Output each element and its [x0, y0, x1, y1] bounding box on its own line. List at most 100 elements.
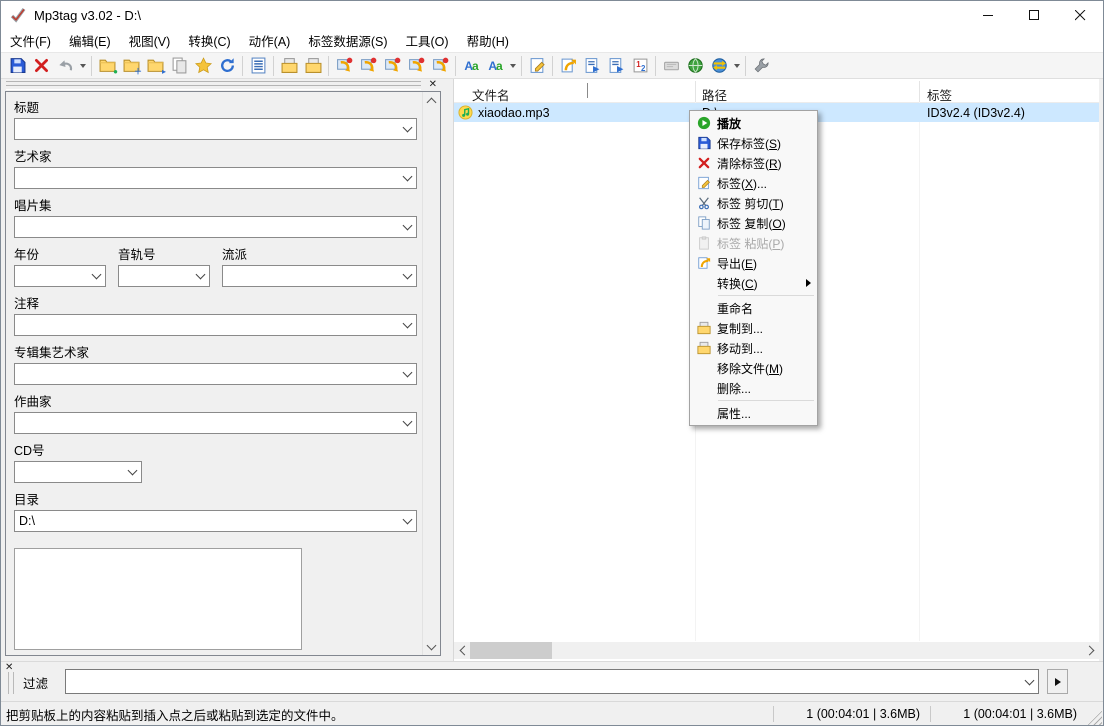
column-header-path[interactable]: 路径	[702, 85, 727, 104]
convert-tag-tag-icon[interactable]	[428, 54, 452, 78]
autonumbering-wizard-icon[interactable]	[628, 54, 652, 78]
artist-label: 艺术家	[14, 146, 52, 165]
minimize-button[interactable]	[965, 1, 1011, 29]
move-to-folder-icon[interactable]	[301, 54, 325, 78]
paste-tag-icon[interactable]	[167, 54, 191, 78]
favorite-directories-icon[interactable]	[191, 54, 215, 78]
filter-input[interactable]	[66, 670, 1021, 693]
chevron-down-icon[interactable]	[399, 217, 416, 237]
comment-field[interactable]	[14, 314, 417, 336]
case-conversion-icon[interactable]: Aa	[459, 54, 483, 78]
chevron-down-icon[interactable]	[88, 266, 105, 286]
tag-panel-grip[interactable]	[6, 85, 421, 90]
cover-art-box[interactable]	[14, 548, 302, 650]
menu-file[interactable]: 文件(F)	[1, 29, 60, 52]
column-divider[interactable]	[919, 81, 920, 102]
remove-tag-icon[interactable]	[29, 54, 53, 78]
menu-convert[interactable]: 转换(C)	[179, 29, 239, 52]
context-menu-item-rename[interactable]: 重命名	[690, 298, 817, 318]
chevron-down-icon[interactable]	[124, 462, 141, 482]
export-icon[interactable]	[556, 54, 580, 78]
context-menu-item-move-to[interactable]: 移动到...	[690, 338, 817, 358]
playlist-filenames-icon[interactable]	[604, 54, 628, 78]
chevron-down-icon[interactable]	[399, 119, 416, 139]
chevron-down-icon[interactable]	[399, 511, 416, 531]
convert-filename-tag-icon[interactable]	[356, 54, 380, 78]
context-menu-item-tag-cut[interactable]: 标签 剪切(T)	[690, 193, 817, 213]
scroll-down-icon[interactable]	[423, 638, 440, 655]
web-sources-sync-icon[interactable]	[707, 54, 731, 78]
context-menu-item-copy-to[interactable]: 复制到...	[690, 318, 817, 338]
chevron-down-icon[interactable]	[1021, 680, 1038, 684]
resize-grip[interactable]	[1087, 710, 1102, 725]
column-header-tag[interactable]: 标签	[927, 85, 952, 104]
column-divider[interactable]	[695, 81, 696, 102]
scroll-left-icon[interactable]	[454, 642, 471, 659]
cut-icon	[697, 196, 711, 210]
context-menu-item-delete[interactable]: 删除...	[690, 378, 817, 398]
apply-filter-button[interactable]	[1047, 669, 1068, 694]
undo-icon[interactable]	[53, 54, 77, 78]
context-menu-item-save-tag[interactable]: 保存标签(S)	[690, 133, 817, 153]
menu-tag-sources[interactable]: 标签数据源(S)	[299, 29, 396, 52]
file-list-header: 文件名 路径 标签	[454, 81, 1099, 103]
chevron-down-icon[interactable]	[399, 168, 416, 188]
menu-tools[interactable]: 工具(O)	[397, 29, 458, 52]
menu-actions[interactable]: 动作(A)	[240, 29, 300, 52]
album-field[interactable]	[14, 216, 417, 238]
save-tag-icon[interactable]	[5, 54, 29, 78]
chevron-down-icon[interactable]	[192, 266, 209, 286]
context-menu-item-properties[interactable]: 属性...	[690, 403, 817, 423]
copy-to-folder-icon[interactable]	[277, 54, 301, 78]
context-menu-item-tag-copy[interactable]: 标签 复制(O)	[690, 213, 817, 233]
context-menu-item-clear-tag[interactable]: 清除标签(R)	[690, 153, 817, 173]
context-menu-item-convert[interactable]: 转换(C)	[690, 273, 817, 293]
directory-field[interactable]: D:\	[14, 510, 417, 532]
genre-field[interactable]	[222, 265, 417, 287]
actions-dropdown-icon[interactable]	[507, 54, 518, 78]
open-playlist-icon[interactable]: ▸	[143, 54, 167, 78]
chevron-down-icon[interactable]	[399, 266, 416, 286]
web-sources-icon[interactable]	[683, 54, 707, 78]
track-field[interactable]	[118, 265, 210, 287]
scroll-right-icon[interactable]	[1082, 642, 1099, 659]
options-icon[interactable]	[749, 54, 773, 78]
filter-grip[interactable]	[8, 672, 14, 694]
file-list-hscrollbar[interactable]	[454, 642, 1099, 659]
chevron-down-icon[interactable]	[399, 413, 416, 433]
edit-tag-icon[interactable]	[525, 54, 549, 78]
composer-field[interactable]	[14, 412, 417, 434]
context-menu-item-tag[interactable]: 标签(X)...	[690, 173, 817, 193]
refresh-icon[interactable]	[215, 54, 239, 78]
hscroll-thumb[interactable]	[470, 642, 552, 659]
convert-tag-filename-icon[interactable]	[332, 54, 356, 78]
menu-edit[interactable]: 编辑(E)	[60, 29, 120, 52]
chevron-down-icon[interactable]	[399, 364, 416, 384]
convert-filename-filename-icon[interactable]	[380, 54, 404, 78]
artist-field[interactable]	[14, 167, 417, 189]
close-button[interactable]	[1057, 1, 1103, 29]
web-sources-dropdown-icon[interactable]	[731, 54, 742, 78]
column-header-filename[interactable]: 文件名	[472, 85, 510, 104]
context-menu-item-remove-file[interactable]: 移除文件(M)	[690, 358, 817, 378]
tag-panel-close-icon[interactable]: ✕	[429, 80, 437, 90]
year-field[interactable]	[14, 265, 106, 287]
convert-textfile-tag-icon[interactable]	[404, 54, 428, 78]
tag-panel-scrollbar[interactable]	[422, 92, 440, 655]
chevron-down-icon[interactable]	[399, 315, 416, 335]
playlist-icon[interactable]	[580, 54, 604, 78]
extended-tags-icon[interactable]	[246, 54, 270, 78]
undo-dropdown-icon[interactable]	[77, 54, 88, 78]
maximize-button[interactable]	[1011, 1, 1057, 29]
menu-help[interactable]: 帮助(H)	[458, 29, 518, 52]
disc-field[interactable]	[14, 461, 142, 483]
album-artist-field[interactable]	[14, 363, 417, 385]
context-menu-item-export[interactable]: 导出(E)	[690, 253, 817, 273]
add-directory-icon[interactable]: ＋	[119, 54, 143, 78]
context-menu-item-play[interactable]: 播放	[690, 113, 817, 133]
scroll-up-icon[interactable]	[423, 92, 440, 109]
title-field[interactable]	[14, 118, 417, 140]
change-directory-icon[interactable]: ●	[95, 54, 119, 78]
actions-icon[interactable]: Aa	[483, 54, 507, 78]
menu-view[interactable]: 视图(V)	[120, 29, 180, 52]
